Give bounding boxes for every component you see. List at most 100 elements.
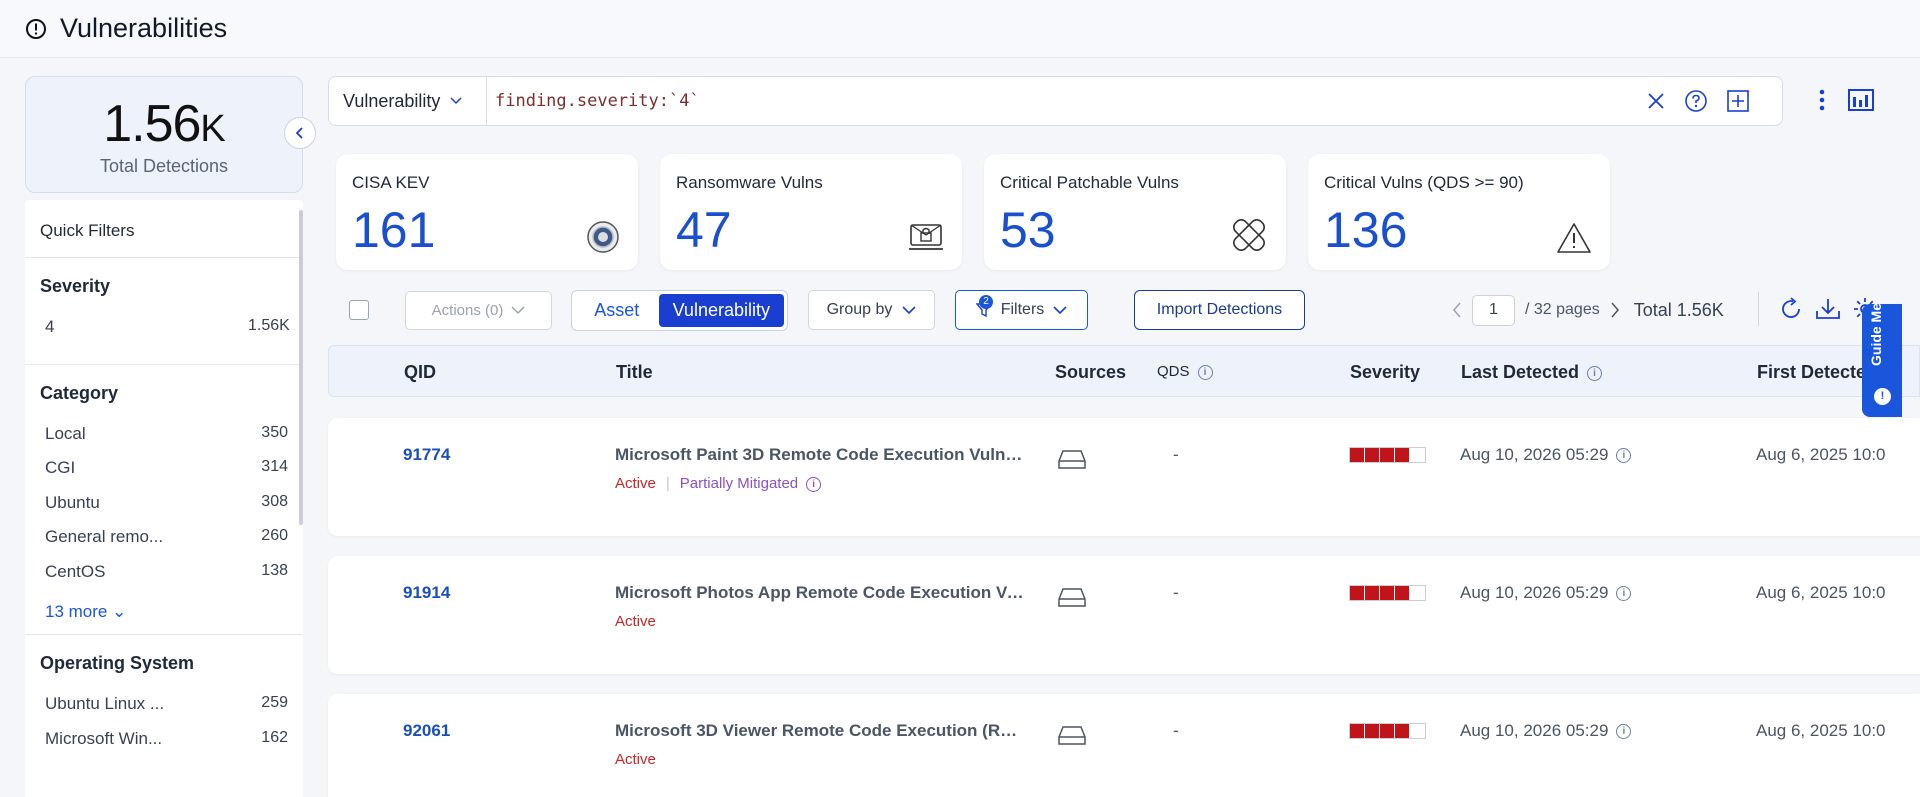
qid-link[interactable]: 91914: [403, 583, 450, 603]
info-icon[interactable]: i: [1197, 364, 1213, 380]
column-qid[interactable]: QID: [404, 346, 436, 398]
qid-link[interactable]: 92061: [403, 721, 450, 741]
info-icon[interactable]: i: [1616, 724, 1632, 740]
clear-search-icon[interactable]: [1646, 91, 1666, 111]
quick-filters-panel: Quick Filters Severity 4 1.56K Category L…: [25, 200, 303, 797]
host-agent-icon: [1058, 450, 1086, 469]
stat-card-critical-qds[interactable]: Critical Vulns (QDS >= 90) 136: [1308, 154, 1610, 270]
total-detections-value: 1.56K: [103, 95, 226, 153]
severity-segment: [1350, 724, 1365, 738]
severity-segment: [1380, 724, 1395, 738]
column-sources[interactable]: Sources: [1055, 346, 1126, 398]
info-icon[interactable]: i: [806, 476, 822, 492]
actions-dropdown[interactable]: Actions (0): [405, 291, 552, 330]
column-severity[interactable]: Severity: [1350, 346, 1420, 398]
column-title[interactable]: Title: [616, 346, 653, 398]
stat-card-cisa-kev[interactable]: CISA KEV 161: [336, 154, 638, 270]
severity-indicator: [1349, 723, 1426, 739]
filter-panel-scrollbar[interactable]: [299, 210, 303, 525]
total-detections-card: 1.56K Total Detections: [25, 76, 303, 193]
show-more-link[interactable]: 13 more ⌄: [40, 602, 288, 622]
download-icon[interactable]: [1815, 297, 1841, 321]
select-all-checkbox[interactable]: [349, 300, 369, 320]
bar-chart-icon[interactable]: [1848, 88, 1874, 112]
guide-me-tab[interactable]: Guide Me !: [1862, 303, 1902, 417]
quick-filters-title: Quick Filters: [25, 200, 303, 258]
filter-item[interactable]: Local 350: [40, 424, 288, 459]
severity-segment: [1395, 586, 1410, 600]
column-first-detected[interactable]: First Detected: [1757, 346, 1877, 398]
severity-indicator: [1349, 585, 1426, 601]
filters-button[interactable]: 2 Filters: [955, 290, 1088, 330]
search-bar: Vulnerability finding.severity:`4`: [328, 76, 1783, 126]
column-qds[interactable]: QDS i: [1157, 346, 1213, 398]
severity-filter-section: Severity 4 1.56K: [25, 258, 303, 365]
view-vulnerability-tab[interactable]: Vulnerability: [658, 294, 784, 327]
help-icon[interactable]: [1684, 89, 1708, 113]
last-detected: Aug 10, 2026 05:29 i: [1460, 721, 1632, 741]
cisa-seal-icon: [587, 221, 619, 253]
table-row[interactable]: 91914 Microsoft Photos App Remote Code E…: [328, 556, 1920, 674]
filter-item[interactable]: Microsoft Win... 162: [40, 729, 288, 764]
host-agent-icon: [1058, 726, 1086, 745]
last-detected: Aug 10, 2026 05:29 i: [1460, 583, 1632, 603]
severity-segment: [1410, 448, 1425, 462]
filter-item[interactable]: CGI 314: [40, 458, 288, 493]
vulnerability-title[interactable]: Microsoft Photos App Remote Code Executi…: [615, 583, 1025, 603]
chevron-left-icon[interactable]: [1452, 302, 1462, 318]
table-row[interactable]: 91774 Microsoft Paint 3D Remote Code Exe…: [328, 418, 1920, 536]
pagination: 1 / 32 pages Total 1.56K: [1452, 290, 1724, 330]
group-by-dropdown[interactable]: Group by: [808, 290, 935, 330]
chevron-right-icon[interactable]: [1610, 302, 1620, 318]
info-icon[interactable]: i: [1616, 448, 1632, 464]
filter-item[interactable]: Ubuntu 308: [40, 493, 288, 528]
severity-filter-heading: Severity: [40, 276, 111, 296]
severity-segment: [1380, 586, 1395, 600]
chevron-down-icon: [902, 305, 916, 314]
filter-item[interactable]: Ubuntu Linux ... 259: [40, 694, 288, 729]
stat-card-critical-patchable[interactable]: Critical Patchable Vulns 53: [984, 154, 1286, 270]
vulnerability-title[interactable]: Microsoft Paint 3D Remote Code Execution…: [615, 445, 1025, 465]
severity-segment: [1365, 586, 1380, 600]
qid-link[interactable]: 91774: [403, 445, 450, 465]
refresh-icon[interactable]: [1779, 297, 1803, 321]
collapse-panel-button[interactable]: [284, 117, 316, 149]
info-icon[interactable]: i: [1616, 586, 1632, 602]
info-icon[interactable]: i: [1587, 365, 1603, 381]
table-header: QID Title Sources QDS i Severity Last Det…: [328, 345, 1920, 397]
total-count: Total 1.56K: [1633, 299, 1724, 320]
severity-segment: [1350, 448, 1365, 462]
warning-icon: [1557, 223, 1591, 253]
page-number-input[interactable]: 1: [1472, 294, 1515, 326]
add-query-icon[interactable]: [1726, 89, 1750, 113]
search-input[interactable]: finding.severity:`4`: [487, 91, 1646, 111]
total-detections-label: Total Detections: [99, 156, 229, 176]
chevron-down-icon: [450, 97, 462, 105]
stat-card-ransomware[interactable]: Ransomware Vulns 47: [660, 154, 962, 270]
column-last-detected[interactable]: Last Detected i: [1461, 346, 1603, 398]
table-row[interactable]: 92061 Microsoft 3D Viewer Remote Code Ex…: [328, 694, 1920, 797]
qds-value: -: [1173, 583, 1179, 602]
severity-segment: [1380, 448, 1395, 462]
filter-item[interactable]: CentOS 138: [40, 562, 288, 597]
status-line: Active: [615, 613, 656, 630]
page-count: / 32 pages: [1525, 301, 1600, 318]
filter-item[interactable]: 4 1.56K: [40, 317, 290, 352]
os-filter-section: Operating System Ubuntu Linux ... 259 Mic…: [25, 635, 303, 775]
vulnerability-icon: [26, 18, 46, 39]
qds-value: -: [1173, 721, 1179, 740]
severity-segment: [1350, 586, 1365, 600]
status-mitigation: Partially Mitigated: [679, 475, 799, 492]
import-detections-button[interactable]: Import Detections: [1134, 290, 1305, 330]
filter-item[interactable]: General remo... 260: [40, 527, 288, 562]
more-options-icon[interactable]: [1818, 88, 1826, 112]
host-agent-icon: [1058, 588, 1086, 607]
vulnerability-title[interactable]: Microsoft 3D Viewer Remote Code Executio…: [615, 721, 1025, 741]
category-filter-heading: Category: [40, 382, 119, 403]
view-asset-tab[interactable]: Asset: [575, 294, 659, 327]
guide-info-icon: !: [1874, 388, 1891, 405]
chevron-down-icon: [1053, 305, 1067, 314]
status-active: Active: [615, 751, 656, 768]
severity-indicator: [1349, 447, 1426, 463]
search-scope-dropdown[interactable]: Vulnerability: [329, 77, 487, 125]
